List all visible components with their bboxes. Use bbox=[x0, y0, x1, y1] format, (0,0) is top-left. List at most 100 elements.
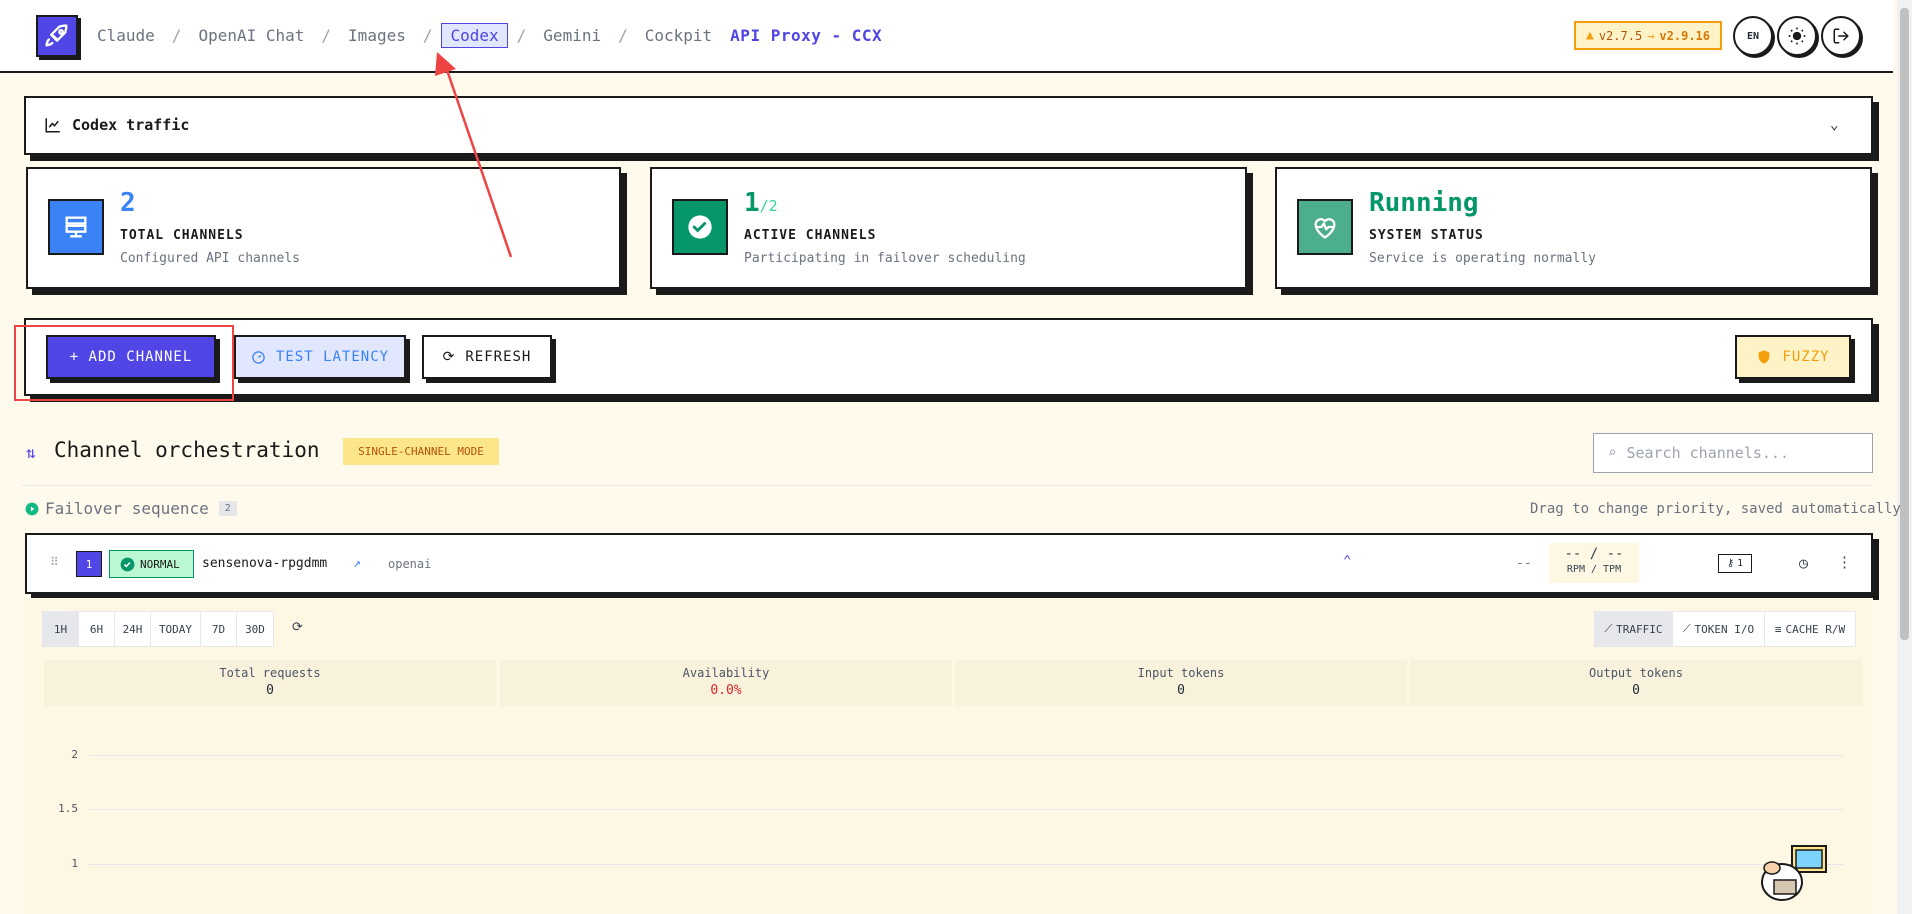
total-channels-label: TOTAL CHANNELS bbox=[120, 228, 244, 243]
range-today[interactable]: TODAY bbox=[151, 612, 201, 646]
tab-openai-chat[interactable]: OpenAI Chat bbox=[190, 24, 312, 47]
nav-separator: / bbox=[618, 25, 628, 45]
chart-gridline bbox=[88, 864, 1844, 865]
range-7d[interactable]: 7D bbox=[201, 612, 237, 646]
metric-value: 0.0% bbox=[710, 683, 742, 698]
failover-label: Failover sequence bbox=[45, 499, 209, 518]
theme-toggle-button[interactable] bbox=[1777, 16, 1817, 56]
channel-name[interactable]: sensenova-rpgdmm bbox=[202, 556, 327, 571]
range-1h[interactable]: 1H bbox=[43, 612, 79, 646]
language-label: EN bbox=[1746, 30, 1760, 42]
channel-type: openai bbox=[388, 557, 432, 571]
page-scrollbar-thumb[interactable] bbox=[1900, 8, 1909, 640]
metric-label: Input tokens bbox=[1137, 666, 1225, 680]
system-status-label: SYSTEM STATUS bbox=[1369, 228, 1484, 243]
version-update-badge[interactable]: ▲ v2.7.5 → v2.9.16 bbox=[1574, 21, 1722, 50]
app-logo[interactable] bbox=[36, 15, 78, 57]
view-cache-rw[interactable]: ≡ CACHE R/W bbox=[1765, 612, 1855, 646]
metric-availability: Availability 0.0% bbox=[500, 660, 952, 706]
external-link-icon[interactable]: ↗ bbox=[353, 556, 361, 571]
nav-separator: / bbox=[516, 25, 527, 45]
annotation-highlight-box bbox=[14, 325, 234, 401]
view-token-io[interactable]: ⟋ TOKEN I/O bbox=[1673, 612, 1765, 646]
tab-gemini[interactable]: Gemini bbox=[535, 24, 609, 47]
chart-view-selector: ⟋ TRAFFIC ⟋ TOKEN I/O ≡ CACHE R/W bbox=[1594, 611, 1856, 647]
line-chart-icon: ⟋ bbox=[1604, 622, 1613, 635]
refresh-icon[interactable]: ⟳ bbox=[292, 620, 303, 635]
history-icon[interactable]: ◷ bbox=[1799, 554, 1808, 572]
tab-codex[interactable]: Codex bbox=[441, 22, 508, 48]
version-new: v2.9.16 bbox=[1659, 28, 1710, 43]
product-nav: Claude / OpenAI Chat / Images / Codex / … bbox=[97, 22, 882, 48]
fuzzy-toggle-button[interactable]: FUZZY bbox=[1735, 335, 1851, 379]
test-latency-button[interactable]: TEST LATENCY bbox=[234, 335, 406, 379]
view-cache-rw-label: CACHE R/W bbox=[1785, 622, 1846, 636]
check-circle-icon bbox=[672, 199, 728, 255]
stat-card-total-channels bbox=[26, 167, 621, 289]
view-traffic-label: TRAFFIC bbox=[1616, 622, 1663, 636]
traffic-panel-title: Codex traffic bbox=[44, 116, 189, 134]
logout-button[interactable] bbox=[1821, 16, 1861, 56]
tab-cockpit[interactable]: Cockpit bbox=[637, 24, 720, 47]
api-keys-count: 1 bbox=[1737, 558, 1744, 569]
traffic-panel-header[interactable] bbox=[24, 96, 1873, 155]
range-24h[interactable]: 24H bbox=[115, 612, 151, 646]
status-badge-label: NORMAL bbox=[140, 557, 180, 571]
refresh-button[interactable]: ⟳ REFRESH bbox=[422, 335, 552, 379]
version-current: v2.7.5 bbox=[1598, 28, 1643, 43]
mascot-illustration bbox=[1754, 842, 1834, 910]
metric-total-requests: Total requests 0 bbox=[44, 660, 496, 706]
y-tick-label: 2 bbox=[71, 748, 78, 761]
metric-value: 0 bbox=[1177, 683, 1185, 698]
active-channels-label: ACTIVE CHANNELS bbox=[744, 228, 877, 243]
status-badge: NORMAL bbox=[109, 550, 194, 578]
arrow-right-icon: → bbox=[1647, 28, 1655, 43]
drag-handle-icon[interactable]: ⠿ bbox=[50, 555, 59, 569]
search-channels-input[interactable]: Search channels... bbox=[1626, 444, 1789, 462]
metric-label: Total requests bbox=[219, 666, 321, 680]
metric-value: 0 bbox=[1632, 683, 1640, 698]
refresh-label: REFRESH bbox=[465, 349, 532, 365]
warning-icon: ▲ bbox=[1586, 28, 1594, 43]
metric-output-tokens: Output tokens 0 bbox=[1410, 660, 1862, 706]
tab-images[interactable]: Images bbox=[340, 24, 414, 47]
chart-gridline bbox=[88, 809, 1844, 810]
y-tick-label: 1.5 bbox=[58, 802, 78, 815]
range-6h[interactable]: 6H bbox=[79, 612, 115, 646]
orchestration-title: Channel orchestration bbox=[54, 438, 320, 462]
play-circle-icon bbox=[25, 502, 39, 515]
failover-heading: Failover sequence 2 bbox=[25, 499, 237, 518]
api-keys-badge[interactable]: ⚷ 1 bbox=[1718, 554, 1752, 573]
metric-value: 0 bbox=[266, 683, 274, 698]
more-vertical-icon[interactable]: ⋮ bbox=[1837, 553, 1852, 571]
server-icon bbox=[48, 199, 104, 255]
channel-latency: -- bbox=[1516, 556, 1532, 571]
test-latency-label: TEST LATENCY bbox=[275, 349, 390, 365]
metric-label: Output tokens bbox=[1589, 666, 1683, 680]
tab-claude[interactable]: Claude bbox=[97, 24, 163, 47]
language-button[interactable]: EN bbox=[1733, 16, 1773, 56]
section-divider bbox=[22, 485, 1873, 486]
range-30d[interactable]: 30D bbox=[237, 612, 273, 646]
rate-limits-label: RPM / TPM bbox=[1566, 564, 1622, 575]
sort-arrows-icon: ⇅ bbox=[26, 443, 36, 462]
rocket-icon bbox=[45, 24, 68, 47]
app-title: API Proxy - CCX bbox=[730, 25, 883, 45]
check-circle-icon bbox=[120, 557, 135, 571]
system-status-desc: Service is operating normally bbox=[1369, 251, 1596, 266]
view-traffic[interactable]: ⟋ TRAFFIC bbox=[1595, 612, 1673, 646]
chevron-down-icon[interactable]: ⌄ bbox=[1830, 117, 1838, 133]
rate-limits-value: -- / -- bbox=[1564, 546, 1624, 562]
total-channels-value: 2 bbox=[120, 188, 136, 218]
active-channels-total: /2 bbox=[759, 197, 778, 215]
chart-gridline bbox=[88, 755, 1844, 756]
sun-icon bbox=[1788, 27, 1806, 45]
failover-count: 2 bbox=[218, 501, 237, 516]
search-channels-field[interactable]: ⌕ Search channels... bbox=[1593, 433, 1873, 473]
search-icon: ⌕ bbox=[1608, 445, 1617, 461]
chevron-up-icon[interactable]: ⌃ bbox=[1343, 553, 1351, 569]
active-channels-value-group: 1/2 bbox=[744, 188, 778, 218]
metric-label: Availability bbox=[682, 666, 770, 680]
y-tick-label: 1 bbox=[71, 857, 78, 870]
total-channels-desc: Configured API channels bbox=[120, 251, 301, 266]
